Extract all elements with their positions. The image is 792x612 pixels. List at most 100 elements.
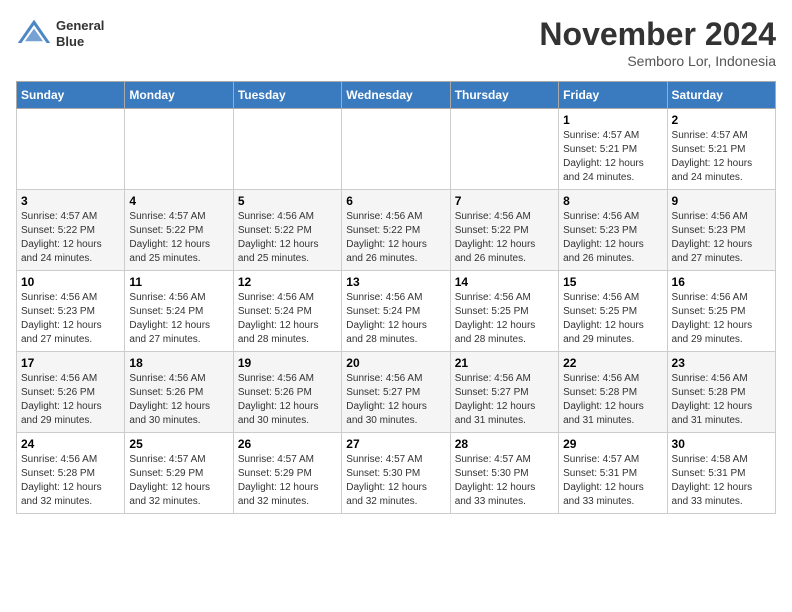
weekday-header: Friday [559, 82, 667, 109]
day-info: Sunrise: 4:56 AM Sunset: 5:22 PM Dayligh… [455, 210, 554, 266]
day-number: 29 [563, 437, 662, 451]
calendar-cell: 10Sunrise: 4:56 AM Sunset: 5:23 PM Dayli… [17, 271, 125, 352]
calendar-cell: 11 Sunrise: 4:56 AM Sunset: 5:24 PM Dayli… [125, 271, 233, 352]
calendar-cell: 7 Sunrise: 4:56 AM Sunset: 5:22 PM Daylig… [450, 190, 558, 271]
weekday-header: Tuesday [233, 82, 341, 109]
calendar-cell: 29 Sunrise: 4:57 AM Sunset: 5:31 PM Dayli… [559, 433, 667, 514]
calendar-cell: 22 Sunrise: 4:56 AM Sunset: 5:28 PM Dayli… [559, 352, 667, 433]
calendar-cell: 16 Sunrise: 4:56 AM Sunset: 5:25 PM Dayli… [667, 271, 775, 352]
day-number: 16 [672, 275, 771, 289]
weekday-header-row: SundayMondayTuesdayWednesdayThursdayFrid… [17, 82, 776, 109]
calendar-cell: 21 Sunrise: 4:56 AM Sunset: 5:27 PM Dayli… [450, 352, 558, 433]
day-info: Sunrise: 4:57 AM Sunset: 5:21 PM Dayligh… [672, 129, 771, 185]
day-number: 26 [238, 437, 337, 451]
day-info: Sunrise: 4:57 AM Sunset: 5:29 PM Dayligh… [238, 453, 337, 509]
weekday-header: Thursday [450, 82, 558, 109]
weekday-header: Saturday [667, 82, 775, 109]
day-number: 6 [346, 194, 445, 208]
weekday-header: Sunday [17, 82, 125, 109]
calendar-cell: 13 Sunrise: 4:56 AM Sunset: 5:24 PM Dayli… [342, 271, 450, 352]
day-info: Sunrise: 4:56 AM Sunset: 5:22 PM Dayligh… [346, 210, 445, 266]
calendar-cell: 23 Sunrise: 4:56 AM Sunset: 5:28 PM Dayli… [667, 352, 775, 433]
day-number: 1 [563, 113, 662, 127]
day-info: Sunrise: 4:56 AM Sunset: 5:25 PM Dayligh… [455, 291, 554, 347]
calendar-cell [450, 109, 558, 190]
day-number: 11 [129, 275, 228, 289]
page-header: General Blue November 2024 Semboro Lor, … [16, 16, 776, 69]
day-info: Sunrise: 4:58 AM Sunset: 5:31 PM Dayligh… [672, 453, 771, 509]
day-number: 13 [346, 275, 445, 289]
calendar-cell: 2 Sunrise: 4:57 AM Sunset: 5:21 PM Daylig… [667, 109, 775, 190]
day-info: Sunrise: 4:56 AM Sunset: 5:23 PM Dayligh… [21, 291, 120, 347]
day-info: Sunrise: 4:57 AM Sunset: 5:22 PM Dayligh… [129, 210, 228, 266]
day-info: Sunrise: 4:56 AM Sunset: 5:22 PM Dayligh… [238, 210, 337, 266]
logo: General Blue [16, 16, 104, 52]
calendar-cell: 19 Sunrise: 4:56 AM Sunset: 5:26 PM Dayli… [233, 352, 341, 433]
calendar-cell: 14 Sunrise: 4:56 AM Sunset: 5:25 PM Dayli… [450, 271, 558, 352]
day-info: Sunrise: 4:56 AM Sunset: 5:28 PM Dayligh… [563, 372, 662, 428]
calendar-week-row: 3Sunrise: 4:57 AM Sunset: 5:22 PM Daylig… [17, 190, 776, 271]
day-info: Sunrise: 4:57 AM Sunset: 5:30 PM Dayligh… [455, 453, 554, 509]
day-info: Sunrise: 4:56 AM Sunset: 5:23 PM Dayligh… [672, 210, 771, 266]
day-info: Sunrise: 4:56 AM Sunset: 5:27 PM Dayligh… [455, 372, 554, 428]
calendar-cell: 4 Sunrise: 4:57 AM Sunset: 5:22 PM Daylig… [125, 190, 233, 271]
calendar-table: SundayMondayTuesdayWednesdayThursdayFrid… [16, 81, 776, 514]
day-number: 2 [672, 113, 771, 127]
day-info: Sunrise: 4:56 AM Sunset: 5:24 PM Dayligh… [129, 291, 228, 347]
calendar-cell: 26 Sunrise: 4:57 AM Sunset: 5:29 PM Dayli… [233, 433, 341, 514]
day-info: Sunrise: 4:57 AM Sunset: 5:30 PM Dayligh… [346, 453, 445, 509]
day-info: Sunrise: 4:56 AM Sunset: 5:24 PM Dayligh… [238, 291, 337, 347]
month-title: November 2024 [539, 16, 776, 53]
calendar-cell: 27 Sunrise: 4:57 AM Sunset: 5:30 PM Dayli… [342, 433, 450, 514]
calendar-cell: 20Sunrise: 4:56 AM Sunset: 5:27 PM Dayli… [342, 352, 450, 433]
calendar-week-row: 1 Sunrise: 4:57 AM Sunset: 5:21 PM Daylig… [17, 109, 776, 190]
day-info: Sunrise: 4:56 AM Sunset: 5:28 PM Dayligh… [21, 453, 120, 509]
calendar-cell: 28 Sunrise: 4:57 AM Sunset: 5:30 PM Dayli… [450, 433, 558, 514]
day-info: Sunrise: 4:57 AM Sunset: 5:31 PM Dayligh… [563, 453, 662, 509]
day-info: Sunrise: 4:56 AM Sunset: 5:25 PM Dayligh… [672, 291, 771, 347]
day-info: Sunrise: 4:57 AM Sunset: 5:29 PM Dayligh… [129, 453, 228, 509]
day-info: Sunrise: 4:56 AM Sunset: 5:26 PM Dayligh… [129, 372, 228, 428]
day-number: 18 [129, 356, 228, 370]
calendar-cell: 15Sunrise: 4:56 AM Sunset: 5:25 PM Dayli… [559, 271, 667, 352]
calendar-cell: 25Sunrise: 4:57 AM Sunset: 5:29 PM Dayli… [125, 433, 233, 514]
calendar-cell: 17 Sunrise: 4:56 AM Sunset: 5:26 PM Dayli… [17, 352, 125, 433]
day-info: Sunrise: 4:57 AM Sunset: 5:21 PM Dayligh… [563, 129, 662, 185]
calendar-cell: 5Sunrise: 4:56 AM Sunset: 5:22 PM Daylig… [233, 190, 341, 271]
day-info: Sunrise: 4:56 AM Sunset: 5:26 PM Dayligh… [21, 372, 120, 428]
day-number: 21 [455, 356, 554, 370]
day-info: Sunrise: 4:56 AM Sunset: 5:27 PM Dayligh… [346, 372, 445, 428]
day-info: Sunrise: 4:56 AM Sunset: 5:28 PM Dayligh… [672, 372, 771, 428]
calendar-cell: 30 Sunrise: 4:58 AM Sunset: 5:31 PM Dayli… [667, 433, 775, 514]
day-number: 9 [672, 194, 771, 208]
logo-line2: Blue [56, 34, 104, 50]
day-number: 4 [129, 194, 228, 208]
day-number: 22 [563, 356, 662, 370]
day-number: 19 [238, 356, 337, 370]
day-number: 14 [455, 275, 554, 289]
calendar-cell: 1 Sunrise: 4:57 AM Sunset: 5:21 PM Daylig… [559, 109, 667, 190]
day-info: Sunrise: 4:56 AM Sunset: 5:25 PM Dayligh… [563, 291, 662, 347]
day-number: 30 [672, 437, 771, 451]
logo-icon [16, 16, 52, 52]
day-number: 28 [455, 437, 554, 451]
day-number: 7 [455, 194, 554, 208]
calendar-week-row: 10Sunrise: 4:56 AM Sunset: 5:23 PM Dayli… [17, 271, 776, 352]
day-number: 17 [21, 356, 120, 370]
calendar-week-row: 17 Sunrise: 4:56 AM Sunset: 5:26 PM Dayli… [17, 352, 776, 433]
day-info: Sunrise: 4:56 AM Sunset: 5:23 PM Dayligh… [563, 210, 662, 266]
calendar-week-row: 24Sunrise: 4:56 AM Sunset: 5:28 PM Dayli… [17, 433, 776, 514]
day-number: 27 [346, 437, 445, 451]
calendar-cell: 3Sunrise: 4:57 AM Sunset: 5:22 PM Daylig… [17, 190, 125, 271]
day-info: Sunrise: 4:56 AM Sunset: 5:24 PM Dayligh… [346, 291, 445, 347]
logo-text: General Blue [56, 18, 104, 49]
weekday-header: Wednesday [342, 82, 450, 109]
title-block: November 2024 Semboro Lor, Indonesia [539, 16, 776, 69]
day-number: 23 [672, 356, 771, 370]
calendar-cell: 24Sunrise: 4:56 AM Sunset: 5:28 PM Dayli… [17, 433, 125, 514]
day-info: Sunrise: 4:56 AM Sunset: 5:26 PM Dayligh… [238, 372, 337, 428]
calendar-cell: 12Sunrise: 4:56 AM Sunset: 5:24 PM Dayli… [233, 271, 341, 352]
calendar-cell [342, 109, 450, 190]
calendar-cell: 9 Sunrise: 4:56 AM Sunset: 5:23 PM Daylig… [667, 190, 775, 271]
day-info: Sunrise: 4:57 AM Sunset: 5:22 PM Dayligh… [21, 210, 120, 266]
